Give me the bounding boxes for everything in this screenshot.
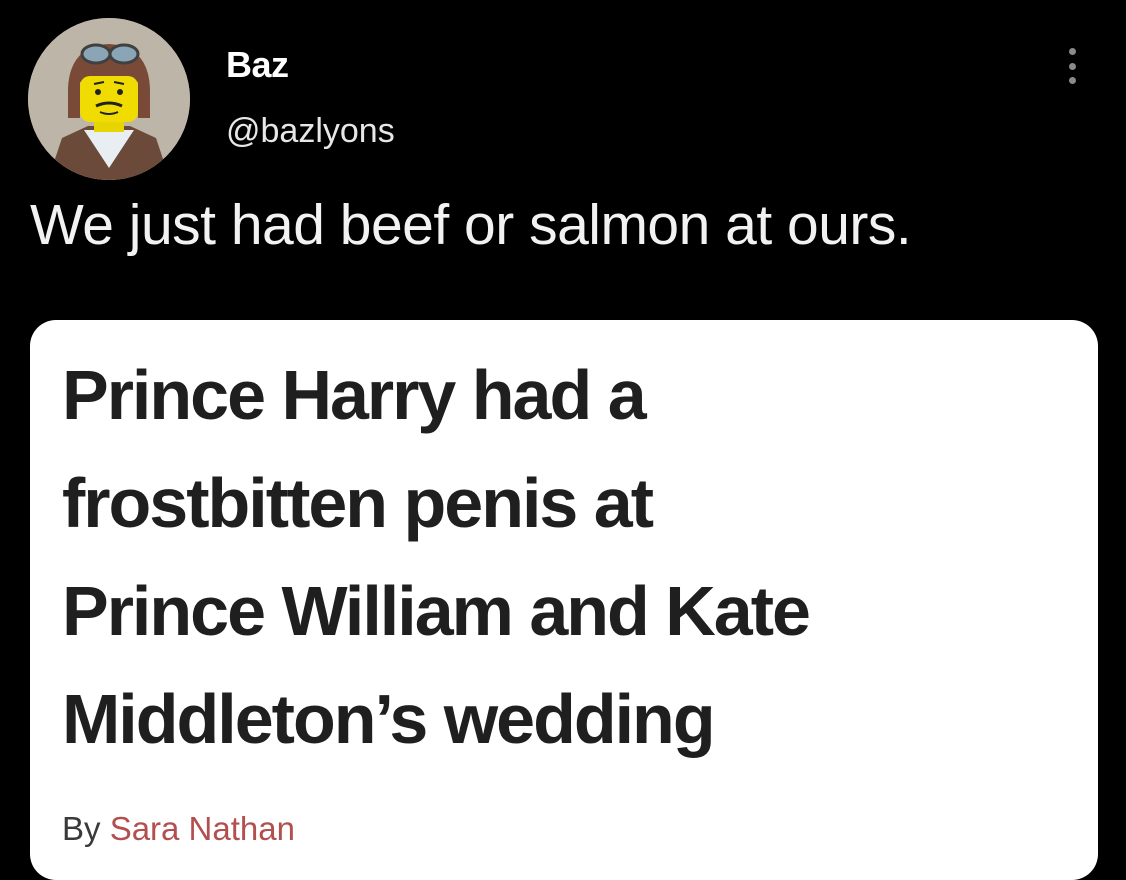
avatar[interactable]	[28, 18, 190, 180]
vertical-dots-icon	[1068, 62, 1076, 70]
more-options-button[interactable]	[1054, 44, 1090, 88]
byline: By Sara Nathan	[62, 810, 295, 848]
tweet-text: We just had beef or salmon at ours.	[30, 193, 912, 257]
byline-prefix: By	[62, 810, 101, 847]
headline-line: frostbitten penis at	[62, 464, 654, 542]
user-handle[interactable]: @bazlyons	[226, 112, 395, 151]
headline-line: Prince William and Kate	[62, 572, 811, 650]
headline-line: Middleton’s wedding	[62, 680, 716, 758]
headline-line: Prince Harry had a	[62, 356, 647, 434]
lego-aviator-avatar-icon	[28, 18, 190, 180]
display-name[interactable]: Baz	[226, 44, 289, 86]
article-card[interactable]: Prince Harry had a frostbitten penis at …	[30, 320, 1098, 880]
vertical-dots-icon	[1068, 48, 1076, 55]
vertical-dots-icon	[1068, 77, 1076, 84]
author-link[interactable]: Sara Nathan	[110, 810, 295, 847]
